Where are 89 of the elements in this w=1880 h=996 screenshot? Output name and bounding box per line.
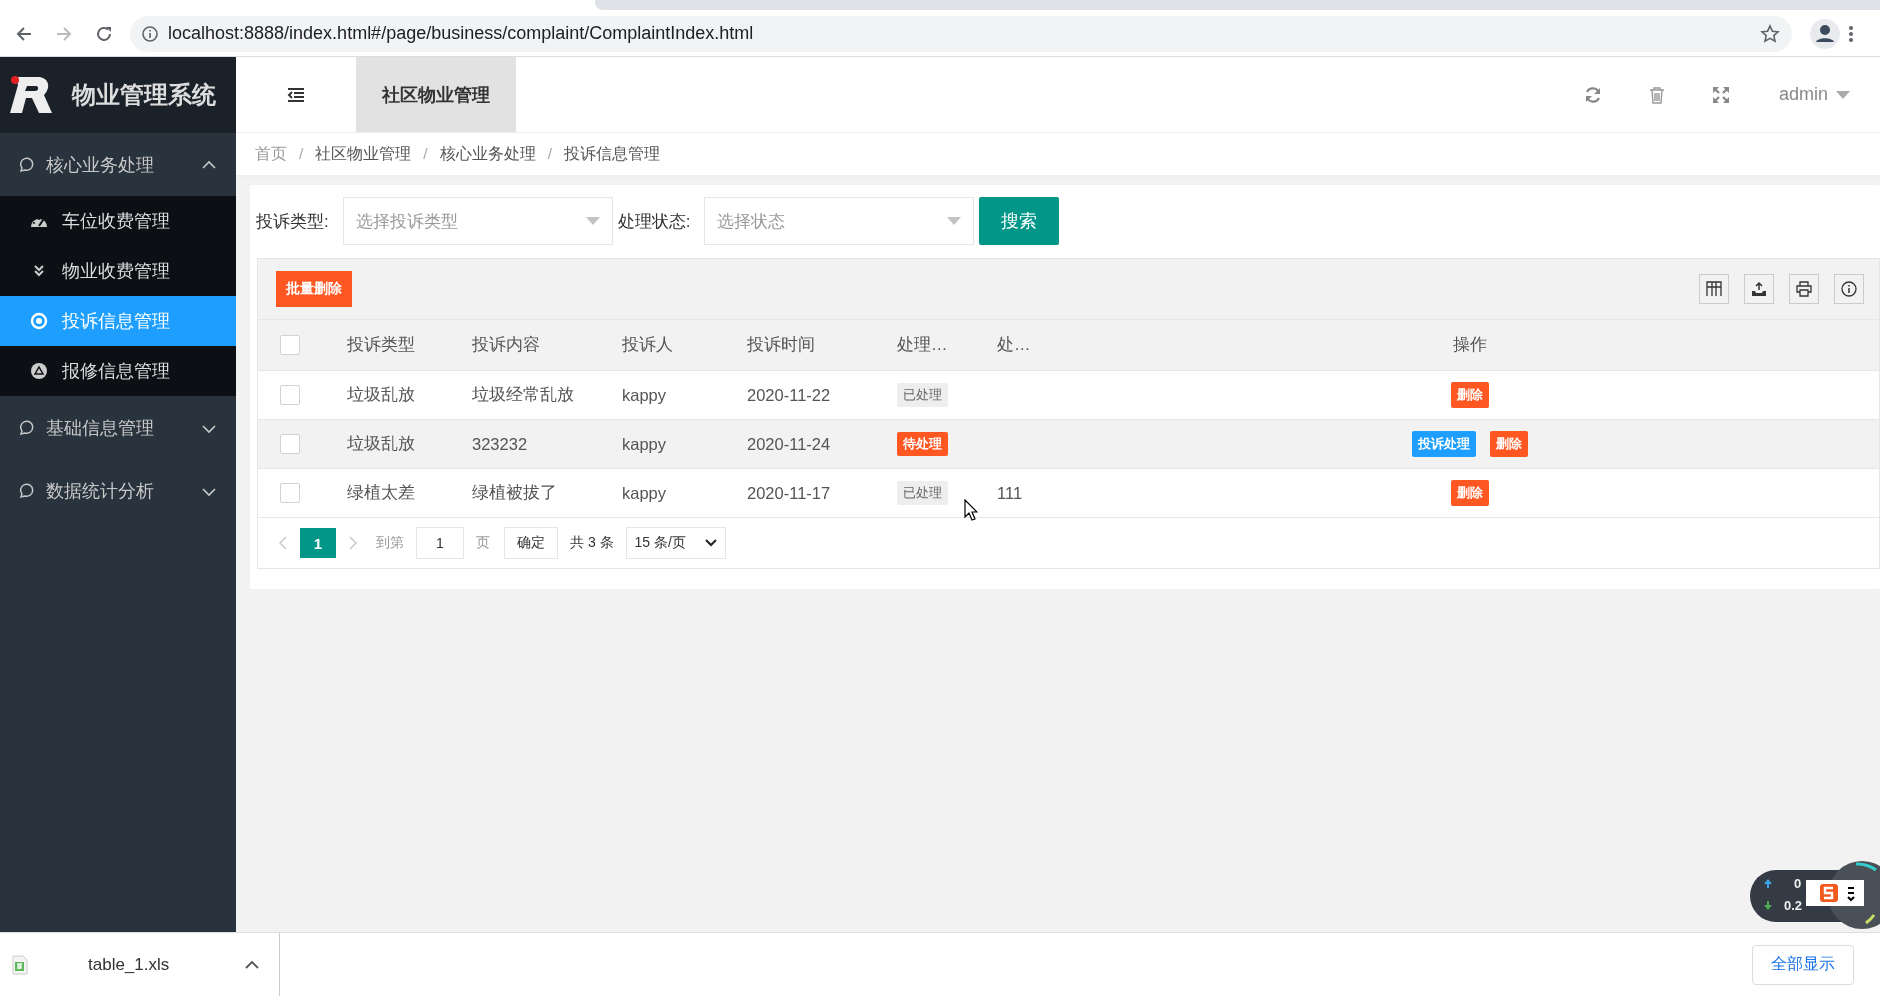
table-cell: 323232: [472, 434, 528, 453]
table-cell: 2020-11-22: [747, 385, 831, 404]
download-item[interactable]: table_1.xls: [0, 932, 280, 996]
filter-label: 投诉类型:: [256, 210, 329, 233]
url-text: localhost:8888/index.html#/page/business/complaint/ComplaintIndex.html: [168, 23, 755, 44]
print-icon: [1796, 281, 1812, 297]
caret-icon: [1836, 90, 1850, 99]
menu-icon[interactable]: [1848, 24, 1854, 43]
menu-icon[interactable]: [287, 87, 305, 102]
columns-icon: [1706, 281, 1722, 297]
spreadsheet-file-icon: [12, 954, 28, 975]
info-icon: [1841, 281, 1857, 297]
fullscreen-icon[interactable]: [1711, 85, 1730, 104]
app-title: 物业管理系统: [72, 80, 216, 110]
caret-icon: [585, 217, 600, 225]
caret-icon: [947, 217, 962, 225]
reload-icon[interactable]: [95, 24, 113, 43]
column-header: 投诉内容: [472, 335, 540, 353]
sidebar-item[interactable]: 车位收费管理: [0, 196, 236, 246]
checkbox[interactable]: [279, 434, 300, 454]
trash-icon[interactable]: [1648, 85, 1665, 104]
upload-speed: 0: [1794, 876, 1802, 891]
chevron-up-icon: [245, 959, 259, 970]
page-input[interactable]: 1: [416, 527, 464, 559]
filter-label: 处理状态:: [617, 210, 691, 233]
target-icon: [30, 312, 48, 330]
column-header: 投诉类型: [347, 335, 415, 353]
table-cell: 垃圾经常乱放: [472, 385, 574, 403]
page-button[interactable]: 1: [300, 528, 336, 558]
chevron-down-icon: [704, 539, 717, 547]
sidebar-item[interactable]: 报修信息管理: [0, 346, 236, 396]
confirm-button[interactable]: 确定: [504, 527, 558, 559]
search-button[interactable]: 搜索: [979, 197, 1060, 245]
show-all-button[interactable]: 全部显示: [1752, 944, 1854, 985]
refresh-icon[interactable]: [1583, 85, 1602, 104]
checkbox[interactable]: [279, 385, 300, 405]
breadcrumb-separator: /: [299, 145, 304, 163]
download-arrow-icon: [1764, 901, 1772, 910]
table-cell: 绿植被拔了: [472, 483, 557, 501]
column-header: 投诉时间: [747, 335, 815, 353]
back-icon[interactable]: [15, 24, 33, 43]
checkbox[interactable]: [279, 335, 300, 355]
table-cell: 2020-11-24: [747, 434, 831, 453]
column-header: 处…: [997, 335, 1031, 353]
breadcrumb-separator: /: [423, 145, 428, 163]
column-header: 操作: [1453, 334, 1487, 355]
table-cell: kappy: [622, 483, 667, 502]
sidebar-group[interactable]: 基础信息管理: [0, 396, 236, 459]
profile-icon[interactable]: [1810, 18, 1840, 49]
download-speed: 0.2: [1784, 898, 1803, 913]
info-button[interactable]: [1834, 274, 1864, 304]
sidebar-item[interactable]: 物业收费管理: [0, 246, 236, 296]
table-cell: 垃圾乱放: [347, 434, 415, 452]
column-header: 投诉人: [622, 335, 673, 353]
sidebar-group[interactable]: 数据统计分析: [0, 459, 236, 522]
table-cell: 2020-11-17: [747, 483, 831, 502]
breadcrumb-separator: /: [547, 145, 552, 163]
user-menu[interactable]: admin: [1752, 57, 1880, 132]
export-icon: [1751, 281, 1767, 297]
bubble-icon: [18, 482, 34, 499]
table-cell: 垃圾乱放: [347, 385, 415, 403]
sidebar-group[interactable]: 核心业务处理: [0, 133, 236, 196]
info-icon: [142, 25, 158, 42]
status-tag: 已处理: [897, 383, 948, 407]
page-size-select[interactable]: 15 条/页: [625, 527, 726, 559]
breadcrumb-link[interactable]: 核心业务处理: [439, 143, 536, 165]
status-tag: 待处理: [897, 432, 948, 456]
nav-tab[interactable]: 社区物业管理: [356, 57, 516, 132]
columns-button[interactable]: [1699, 274, 1729, 304]
table-cell: kappy: [622, 385, 667, 404]
print-button[interactable]: [1789, 274, 1819, 304]
checkbox[interactable]: [279, 483, 300, 503]
column-header: 处理…: [897, 335, 948, 353]
status-tag: 已处理: [897, 481, 948, 505]
table-cell: 111: [997, 483, 1023, 502]
breadcrumb-link[interactable]: 社区物业管理: [315, 143, 412, 165]
upload-arrow-icon: [1764, 879, 1772, 888]
total-count: 共 3 条: [570, 534, 614, 552]
input-method-icon[interactable]: [1806, 880, 1864, 906]
bubble-icon: [18, 419, 34, 436]
table-cell: kappy: [622, 434, 667, 453]
export-button[interactable]: [1744, 274, 1774, 304]
page-unit: 页: [476, 534, 490, 552]
bubble-icon: [18, 156, 34, 173]
table-cell: 绿植太差: [347, 483, 415, 501]
star-icon[interactable]: [1760, 23, 1780, 44]
breadcrumb-link[interactable]: 投诉信息管理: [563, 143, 660, 165]
triangle-circle-icon: [30, 362, 48, 380]
goto-label: 到第: [376, 534, 404, 552]
